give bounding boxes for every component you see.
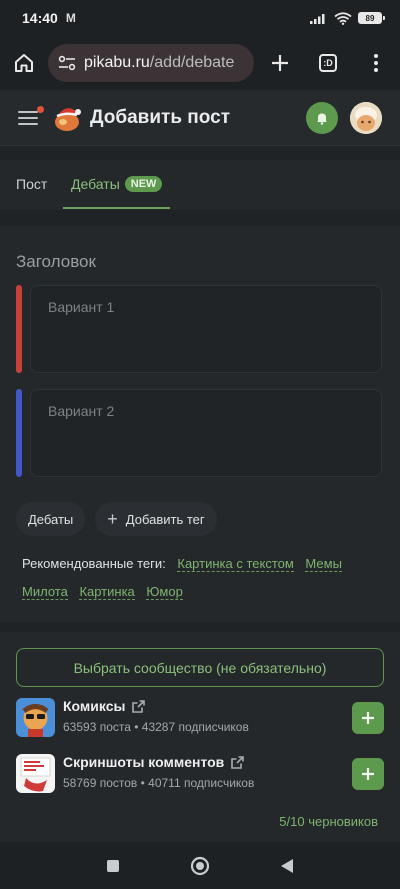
pikabu-logo-icon[interactable]: [52, 103, 82, 133]
back-icon[interactable]: [280, 858, 294, 874]
variant-2-field[interactable]: Вариант 2: [16, 389, 382, 477]
tab-post[interactable]: Пост: [16, 160, 47, 208]
variant-2-placeholder: Вариант 2: [48, 403, 115, 419]
status-icons: 89: [310, 11, 385, 25]
external-link-icon[interactable]: [230, 755, 245, 770]
url-bar[interactable]: pikabu.ru/add/debate: [48, 44, 254, 82]
site-settings-icon[interactable]: [58, 55, 76, 71]
add-tag-label: Добавить тег: [125, 511, 205, 527]
recommended-tag[interactable]: Милота: [22, 584, 68, 600]
community-name[interactable]: Скриншоты комментов: [63, 754, 245, 770]
battery-icon: 89: [358, 12, 385, 24]
community-name[interactable]: Комиксы: [63, 698, 146, 714]
recommended-tag[interactable]: Картинка с текстом: [177, 556, 294, 572]
post-type-tabs: Пост Дебаты NEW: [0, 160, 400, 210]
avatar[interactable]: [350, 101, 382, 134]
plus-icon: +: [107, 509, 118, 529]
tabs-count: :D: [319, 54, 337, 72]
tag-row: Дебаты + Добавить тег: [16, 502, 217, 536]
add-tag-button[interactable]: + Добавить тег: [95, 502, 217, 536]
recommended-label: Рекомендованные теги:: [22, 556, 166, 571]
community-meta: 58769 постов • 40711 подписчиков: [63, 776, 255, 790]
url-domain: pikabu.ru: [84, 54, 150, 71]
status-time: 14:40: [22, 10, 58, 26]
system-nav-bar: [0, 842, 400, 889]
variant-1-field[interactable]: Вариант 1: [16, 285, 382, 373]
variant-2-color-bar: [16, 389, 22, 477]
drafts-counter[interactable]: 5/10 черновиков: [279, 814, 378, 829]
community-meta: 63593 поста • 43287 подписчиков: [63, 720, 249, 734]
tab-debates-label: Дебаты: [71, 175, 120, 192]
notification-dot: [37, 105, 44, 113]
tag-chip-debates[interactable]: Дебаты: [16, 502, 86, 536]
recommended-tag[interactable]: Картинка: [79, 584, 135, 600]
list-item[interactable]: Скриншоты комментов 58769 постов • 40711…: [16, 752, 384, 796]
screenshots-icon: [16, 754, 55, 793]
mail-icon: M: [65, 11, 76, 25]
recommended-tag[interactable]: Юмор: [146, 584, 183, 600]
community-name-text: Комиксы: [63, 698, 126, 714]
debate-form: Заголовок Вариант 1 Вариант 2 Дебаты + Д…: [0, 226, 400, 622]
status-bar: 14:40 M 89: [0, 0, 400, 36]
tab-post-label: Пост: [16, 176, 48, 192]
add-community-button[interactable]: [352, 758, 384, 790]
list-item[interactable]: Комиксы 63593 поста • 43287 подписчиков: [16, 696, 384, 740]
browser-toolbar: pikabu.ru/add/debate :D: [0, 36, 400, 90]
site-header: Добавить пост: [0, 90, 400, 146]
choose-community-button[interactable]: Выбрать сообщество (не обязательно): [16, 648, 384, 687]
page-title: Добавить пост: [90, 106, 231, 128]
plus-icon: [362, 712, 374, 724]
variant-1-color-bar: [16, 285, 22, 373]
plus-icon: [362, 768, 374, 780]
add-community-button[interactable]: [352, 702, 384, 734]
menu-icon[interactable]: [18, 105, 44, 127]
community-section: Выбрать сообщество (не обязательно) Коми…: [0, 632, 400, 842]
wifi-icon: [334, 11, 352, 25]
recommended-tags: Рекомендованные теги: Картинка с текстом…: [22, 550, 382, 606]
recommended-tag[interactable]: Мемы: [305, 556, 342, 572]
tab-debates[interactable]: Дебаты NEW: [63, 160, 170, 209]
external-link-icon[interactable]: [131, 699, 146, 714]
variant-1-placeholder: Вариант 1: [48, 299, 115, 315]
recents-icon[interactable]: [106, 859, 120, 873]
title-input[interactable]: Заголовок: [16, 252, 96, 272]
url-text: pikabu.ru/add/debate: [84, 54, 234, 72]
tag-chip-label: Дебаты: [28, 511, 74, 527]
community-name-text: Скриншоты комментов: [63, 754, 225, 770]
more-options-icon[interactable]: [362, 49, 390, 77]
comics-icon: [16, 698, 55, 737]
url-path: /add/debate: [149, 54, 235, 71]
bell-icon: [317, 113, 327, 125]
signal-icon: [310, 14, 325, 24]
home-icon[interactable]: [10, 49, 38, 77]
home-nav-icon[interactable]: [190, 856, 210, 876]
new-badge: NEW: [124, 175, 163, 192]
new-tab-icon[interactable]: [266, 49, 294, 77]
notifications-button[interactable]: [306, 101, 338, 134]
tabs-button[interactable]: :D: [314, 49, 342, 77]
